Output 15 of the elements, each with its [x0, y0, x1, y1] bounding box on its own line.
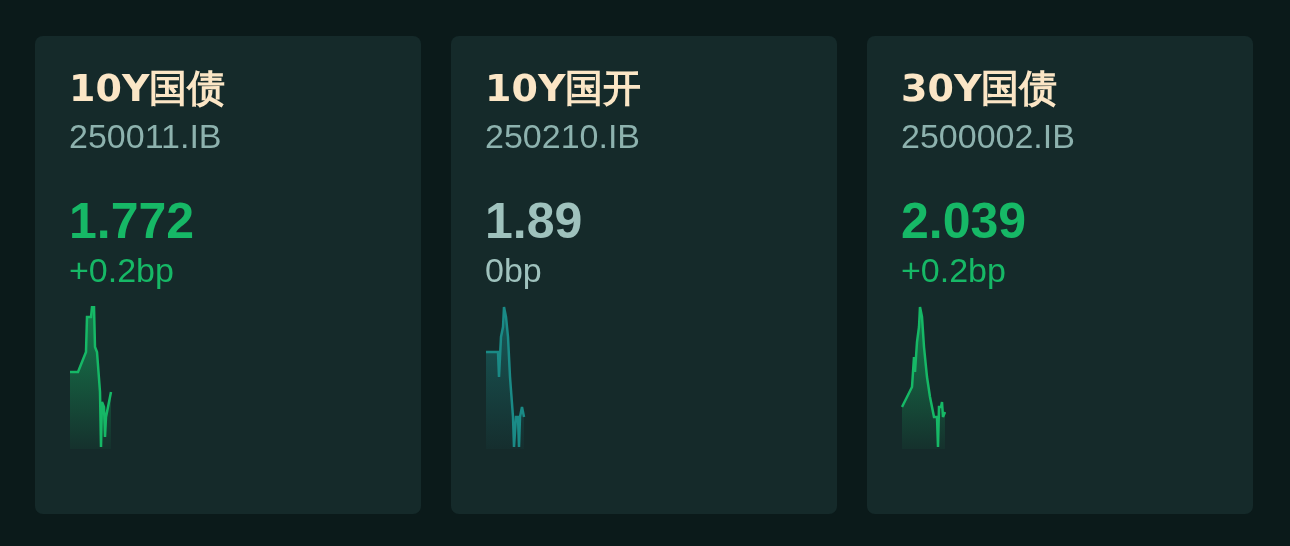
yield-value: 2.039 — [901, 192, 1027, 250]
bond-code: 250011.IB — [69, 116, 222, 156]
bond-card[interactable]: 10Y国开 250210.IB 1.89 0bp — [451, 36, 837, 514]
bond-name: 10Y国债 — [69, 65, 226, 112]
yield-change: 0bp — [485, 250, 542, 290]
bond-code: 250210.IB — [485, 116, 641, 156]
yield-value: 1.772 — [69, 192, 195, 250]
bond-name: 10Y国开 — [485, 65, 642, 112]
bond-card[interactable]: 30Y国债 2500002.IB 2.039 +0.2bp — [867, 36, 1253, 514]
yield-change: +0.2bp — [69, 250, 174, 290]
bond-name: 30Y国债 — [901, 65, 1058, 112]
bond-code: 2500002.IB — [901, 116, 1075, 156]
yield-value: 1.89 — [485, 192, 583, 250]
yield-change: +0.2bp — [901, 250, 1006, 290]
bond-card[interactable]: 10Y国债 250011.IB 1.772 +0.2bp — [35, 36, 421, 514]
